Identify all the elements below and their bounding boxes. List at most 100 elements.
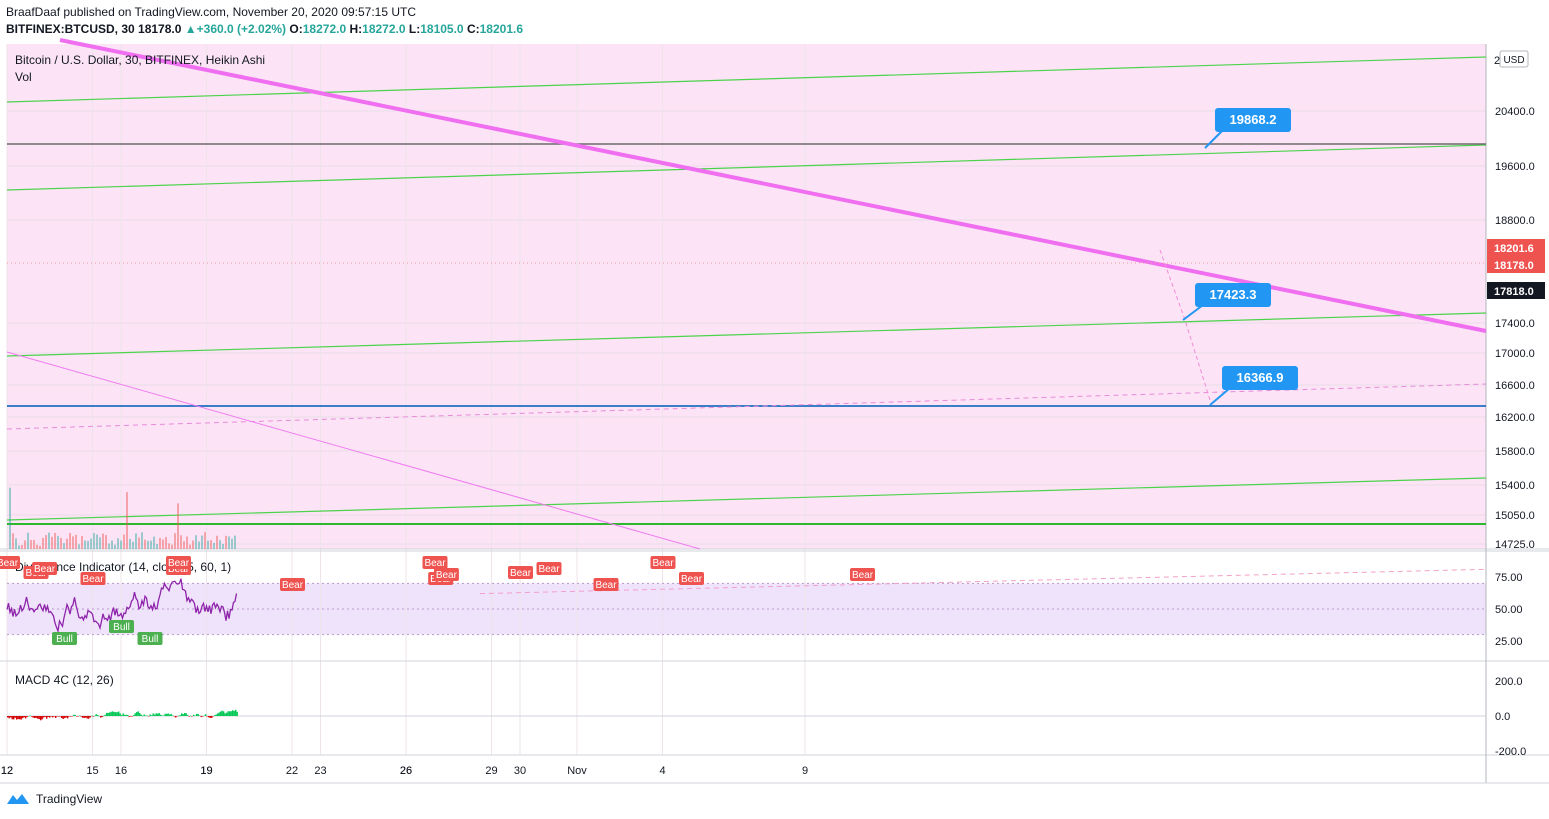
macd-histogram-bar xyxy=(56,716,58,717)
footer-brand: TradingView xyxy=(36,792,103,806)
price-tick-label: 16600.0 xyxy=(1495,380,1535,392)
macd-histogram-bar xyxy=(26,716,28,717)
time-tick-label: 26 xyxy=(400,765,412,777)
macd-histogram-bar xyxy=(113,711,115,716)
volume-bar xyxy=(18,545,20,549)
volume-bar xyxy=(234,535,236,549)
volume-bar xyxy=(57,535,59,549)
macd-histogram-bar xyxy=(17,716,19,720)
macd-histogram-bar xyxy=(109,712,111,716)
macd-title: MACD 4C (12, 26) xyxy=(15,673,114,687)
volume-bar xyxy=(96,534,98,549)
price-tick-partial: 2 xyxy=(1494,55,1500,67)
volume-bar xyxy=(174,533,176,549)
macd-histogram-bar xyxy=(182,714,184,716)
macd-histogram-bar xyxy=(154,714,156,716)
macd-histogram-bar xyxy=(47,716,49,717)
volume-bar xyxy=(117,538,119,549)
price-tick-label: 17400.0 xyxy=(1495,318,1535,330)
macd-histogram-bar xyxy=(35,716,37,718)
volume-bar xyxy=(81,535,83,549)
macd-histogram-bar xyxy=(148,716,150,717)
macd-tick-label: -200.0 xyxy=(1495,746,1526,758)
macd-histogram-bar xyxy=(131,716,133,717)
macd-histogram-bar xyxy=(226,712,228,716)
macd-histogram-bar xyxy=(38,716,40,720)
macd-histogram-bar xyxy=(139,712,141,716)
macd-histogram-bar xyxy=(193,714,195,716)
macd-histogram-bar xyxy=(142,715,144,717)
time-tick-label: 16 xyxy=(115,765,127,777)
volume-bar xyxy=(114,544,116,549)
macd-histogram-bar xyxy=(185,713,187,716)
volume-bar xyxy=(21,544,23,549)
macd-histogram-bar xyxy=(179,715,181,716)
macd-histogram-bar xyxy=(20,716,22,720)
volume-bar xyxy=(87,540,89,549)
currency-badge-label: USD xyxy=(1503,55,1524,66)
macd-histogram-bar xyxy=(37,716,39,719)
macd-histogram-bar xyxy=(173,716,175,717)
volume-bar xyxy=(90,538,92,549)
volume-bar xyxy=(192,540,194,549)
volume-bar xyxy=(171,544,173,549)
volume-bar xyxy=(48,532,50,549)
volume-bar xyxy=(189,544,191,549)
bear-signal-label: Bear xyxy=(652,558,674,569)
macd-histogram-bar xyxy=(223,711,225,716)
volume-bar xyxy=(123,534,125,549)
price-tick-label: 16200.0 xyxy=(1495,412,1535,424)
volume-bar xyxy=(204,532,206,549)
macd-histogram-bar xyxy=(235,709,237,716)
bear-signal-label: Bear xyxy=(0,558,19,569)
macd-histogram-bar xyxy=(136,712,138,716)
volume-bar xyxy=(201,535,203,549)
volume-bar xyxy=(165,537,167,549)
macd-histogram-bar xyxy=(151,715,153,716)
macd-histogram-bar xyxy=(98,715,100,717)
macd-histogram-bar xyxy=(163,715,165,717)
macd-histogram-bar xyxy=(224,713,226,716)
macd-histogram-bar xyxy=(214,715,216,716)
volume-bar xyxy=(150,540,152,549)
volume-bar xyxy=(24,540,26,549)
macd-histogram-bar xyxy=(55,716,57,719)
macd-tick-label: 200.0 xyxy=(1495,676,1523,688)
price-tick-label: 17000.0 xyxy=(1495,348,1535,360)
macd-histogram-bar xyxy=(89,716,91,718)
bear-signal-label: Bear xyxy=(82,574,104,585)
bear-signal-label: Bear xyxy=(168,558,190,569)
volume-bar xyxy=(138,537,140,549)
macd-histogram-bar xyxy=(23,716,25,718)
macd-histogram-bar xyxy=(19,716,21,720)
macd-histogram-bar xyxy=(107,712,109,716)
target-callout-label: 19868.2 xyxy=(1230,112,1277,127)
volume-bar xyxy=(15,538,17,549)
macd-histogram-bar xyxy=(73,714,75,716)
volume-bar xyxy=(78,544,80,549)
chart-canvas[interactable]: 19868.2 17423.3 16366.9 Bitcoin / U.S. Doll… xyxy=(0,0,1549,790)
macd-histogram-bar xyxy=(97,715,99,716)
macd-histogram-bar xyxy=(202,716,204,717)
macd-histogram-bar xyxy=(197,714,199,716)
volume-bar xyxy=(135,533,137,549)
macd-histogram-bar xyxy=(217,713,219,716)
macd-histogram-bar xyxy=(211,716,213,718)
macd-histogram-bar xyxy=(74,714,76,716)
macd-histogram-bar xyxy=(191,716,193,717)
macd-histogram-bar xyxy=(67,716,69,719)
time-tick-label: 19 xyxy=(200,765,212,777)
macd-histogram-bar xyxy=(95,714,97,716)
volume-bar xyxy=(153,536,155,549)
time-tick-label: 30 xyxy=(514,765,526,777)
macd-histogram-bar xyxy=(128,716,130,717)
macd-histogram-bar xyxy=(14,716,16,718)
volume-bar xyxy=(147,540,149,549)
macd-histogram-bar xyxy=(94,715,96,717)
time-tick-label: 23 xyxy=(314,765,326,777)
volume-bar xyxy=(51,536,53,549)
price-tick-label: 15050.0 xyxy=(1495,510,1535,522)
macd-histogram-bar xyxy=(77,716,79,717)
volume-bar xyxy=(54,532,56,549)
macd-histogram-bar xyxy=(145,715,147,716)
